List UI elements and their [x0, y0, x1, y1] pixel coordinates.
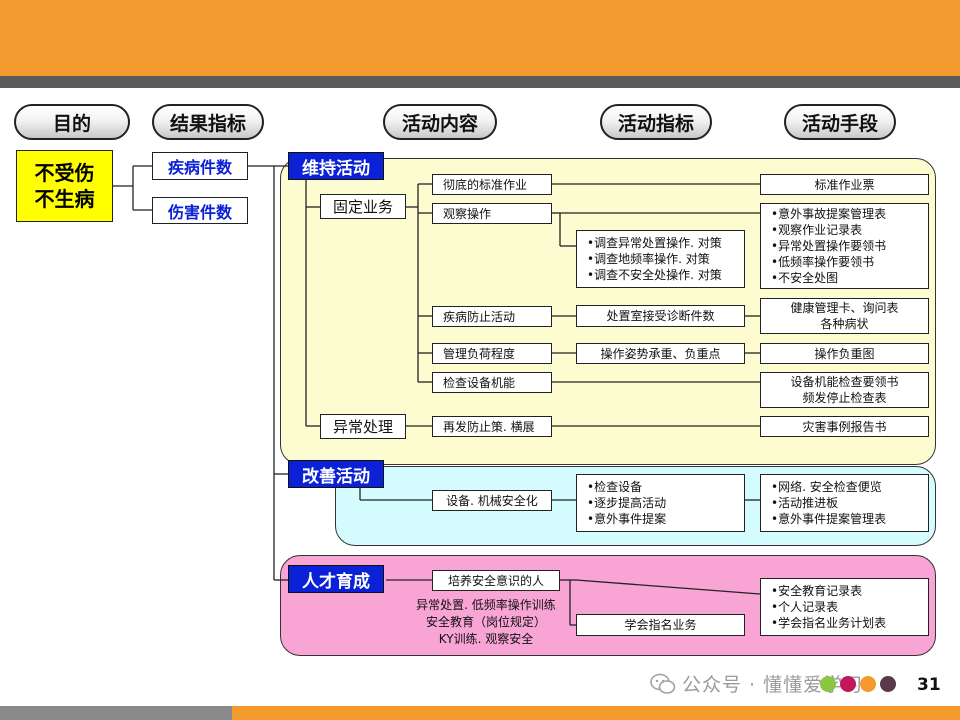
footer-dot [840, 676, 856, 692]
indicator-load-posture: 操作姿势承重、负重点 [576, 343, 745, 364]
means-observe-item: •意外事故提案管理表 [771, 207, 887, 221]
means-talent-item: •安全教育记录表 [771, 584, 863, 598]
result-disease-count: 疾病件数 [152, 152, 248, 180]
means-talent-item: •学会指名业务计划表 [771, 616, 887, 630]
indicator-designated-tasks: 学会指名业务 [576, 614, 745, 636]
activity-recurrence-prevention: 再发防止策. 横展 [432, 416, 552, 437]
means-improve-item: •活动推进板 [771, 496, 839, 510]
indicator-observe-item: •调查地频率操作. 对策 [587, 252, 710, 266]
means-improve-list: •网络. 安全检查便览 •活动推进板 •意外事件提案管理表 [760, 474, 929, 532]
indicator-improve-item: •意外事件提案 [587, 512, 667, 526]
means-observe-documents: •意外事故提案管理表 •观察作业记录表 •异常处置操作要领书 •低频率操作要领书… [760, 203, 929, 289]
footer-dot [860, 676, 876, 692]
means-observe-item: •异常处置操作要领书 [771, 239, 887, 253]
means-health-card: 健康管理卡、询问表 各种病状 [760, 298, 929, 334]
means-talent-item: •个人记录表 [771, 600, 839, 614]
indicator-observe-survey: •调查异常处置操作. 对策 •调查地频率操作. 对策 •调查不安全处操作. 对策 [576, 230, 745, 288]
footer-dots [820, 676, 896, 692]
activity-load-management: 管理负荷程度 [432, 343, 552, 364]
result-injury-count: 伤害件数 [152, 197, 248, 224]
subcategory-abnormal-handling: 异常处理 [320, 414, 406, 439]
activity-observe-operation: 观察操作 [432, 203, 552, 224]
means-improve-item: •意外事件提案管理表 [771, 512, 887, 526]
means-observe-item: •观察作业记录表 [771, 223, 863, 237]
indicator-improve-item: •检查设备 [587, 480, 643, 494]
talent-training-line: 异常处置. 低频率操作训练 [416, 598, 556, 612]
means-load-chart: 操作负重图 [760, 343, 929, 364]
purpose-line-1: 不受伤 [34, 161, 95, 185]
indicator-observe-item: •调查不安全处操作. 对策 [587, 268, 722, 282]
footer-dot [820, 676, 836, 692]
means-equipment-docs: 设备机能检查要领书 频发停止检查表 [760, 372, 929, 408]
activity-equipment-check: 检查设备机能 [432, 372, 552, 393]
means-observe-item: •低频率操作要领书 [771, 255, 875, 269]
group-header-improve: 改善活动 [288, 460, 384, 488]
wechat-icon [650, 673, 676, 694]
means-equipment-line: 频发停止检查表 [802, 391, 887, 405]
activity-safety-awareness: 培养安全意识的人 [432, 570, 560, 591]
activity-standard-work: 彻底的标准作业 [432, 174, 552, 195]
purpose-line-2: 不生病 [34, 187, 95, 211]
indicator-clinic-visits: 处置室接受诊断件数 [576, 305, 745, 327]
means-observe-item: •不安全处图 [771, 271, 839, 285]
means-health-line: 各种病状 [820, 317, 869, 331]
purpose-box: 不受伤 不生病 [16, 150, 113, 222]
means-talent-list: •安全教育记录表 •个人记录表 •学会指名业务计划表 [760, 578, 929, 636]
indicator-improve-list: •检查设备 •逐步提高活动 •意外事件提案 [576, 474, 745, 532]
means-improve-item: •网络. 安全检查便览 [771, 480, 882, 494]
means-equipment-line: 设备机能检查要领书 [790, 375, 899, 389]
group-header-maintain: 维持活动 [288, 152, 384, 180]
means-disaster-report: 灾害事例报告书 [760, 416, 929, 437]
means-health-line: 健康管理卡、询问表 [790, 301, 899, 315]
activity-machine-safety: 设备. 机械安全化 [432, 490, 552, 511]
footer-dot [880, 676, 896, 692]
indicator-observe-item: •调查异常处置操作. 对策 [587, 236, 722, 250]
talent-training-line: KY训练. 观察安全 [438, 632, 534, 646]
group-header-talent: 人才育成 [288, 565, 384, 593]
indicator-improve-item: •逐步提高活动 [587, 496, 667, 510]
subcategory-fixed-work: 固定业务 [320, 194, 406, 219]
talent-training-line: 安全教育（岗位规定） [425, 615, 546, 629]
page-number: 31 [917, 675, 941, 695]
activity-disease-prevention: 疾病防止活动 [432, 306, 552, 327]
talent-training-notes: 异常处置. 低频率操作训练 安全教育（岗位规定） KY训练. 观察安全 [398, 597, 574, 649]
means-standard-work-sheet: 标准作业票 [760, 174, 929, 195]
